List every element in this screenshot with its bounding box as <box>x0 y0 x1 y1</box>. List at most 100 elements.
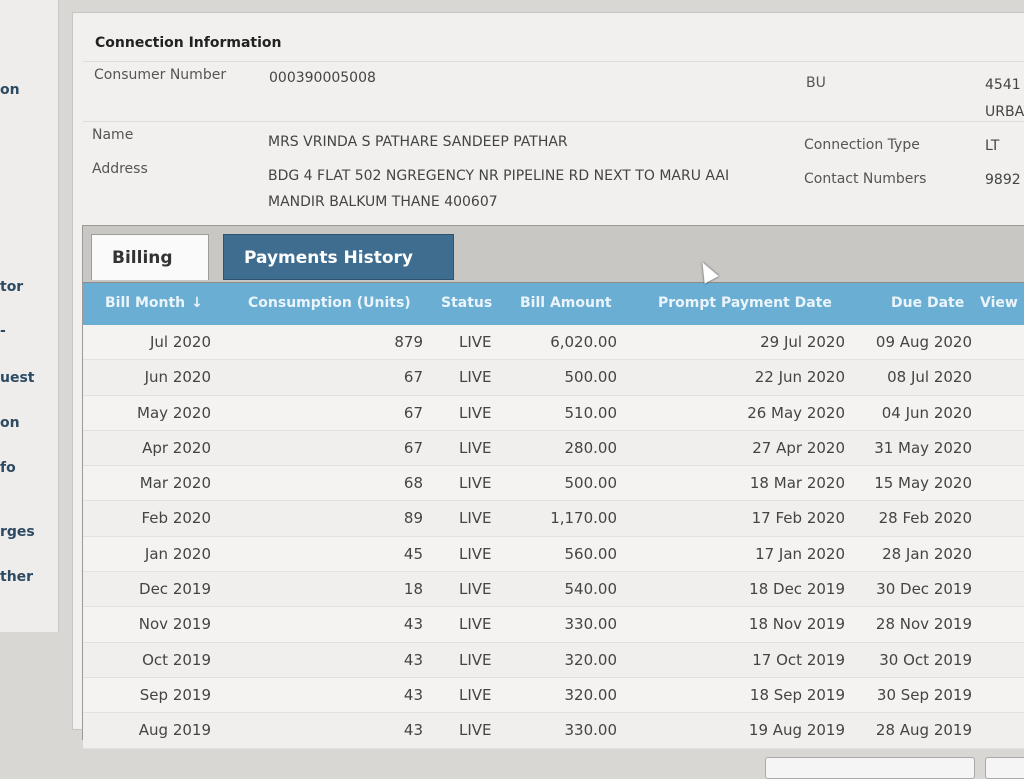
cell-bill-month: Sep 2019 <box>139 685 211 704</box>
cell-bill-amount: 510.00 <box>564 403 618 422</box>
cell-prompt-payment-date: 17 Oct 2019 <box>752 650 845 669</box>
cell-bill-amount: 500.00 <box>564 368 618 387</box>
cell-prompt-payment-date: 27 Apr 2020 <box>752 438 845 457</box>
cell-consumption: 89 <box>403 509 423 528</box>
table-row[interactable]: Jul 2020 879 LIVE 6,020.00 29 Jul 2020 09 Aug… <box>83 325 1024 361</box>
cell-status: LIVE <box>459 509 492 528</box>
table-row[interactable]: Feb 2020 89 LIVE 1,170.00 17 Feb 2020 28 Feb … <box>83 501 1024 537</box>
table-row[interactable]: Mar 2020 68 LIVE 500.00 18 Mar 2020 15 May 20… <box>83 466 1024 502</box>
divider <box>83 121 1024 122</box>
header-bill-amount[interactable]: Bill Amount <box>520 295 612 311</box>
name-value: MRS VRINDA S PATHARE SANDEEP PATHAR <box>268 134 568 150</box>
table-row[interactable]: Jan 2020 45 LIVE 560.00 17 Jan 2020 28 Jan 20… <box>83 537 1024 573</box>
cell-status: LIVE <box>459 438 492 457</box>
consumer-number-label: Consumer Number <box>94 67 227 83</box>
cell-bill-month: Jul 2020 <box>149 333 211 351</box>
cell-bill-month: Apr 2020 <box>142 438 211 457</box>
cell-status: LIVE <box>459 474 492 493</box>
header-prompt-payment-date[interactable]: Prompt Payment Date <box>658 295 832 311</box>
cell-bill-amount: 500.00 <box>564 474 618 493</box>
table-row[interactable]: May 2020 67 LIVE 510.00 26 May 2020 04 Jun 20… <box>83 396 1024 431</box>
cell-due-date: 30 Oct 2019 <box>879 650 972 669</box>
cell-bill-month: May 2020 <box>137 403 211 422</box>
cell-prompt-payment-date: 26 May 2020 <box>747 403 845 422</box>
cell-status: LIVE <box>459 721 492 740</box>
cell-bill-amount: 540.00 <box>564 580 618 599</box>
bu-value-2: URBA <box>985 104 1024 120</box>
cell-due-date: 28 Nov 2019 <box>875 615 972 634</box>
sort-down-icon: ↓ <box>191 295 203 311</box>
bottom-button-2[interactable] <box>985 757 1024 779</box>
section-title: Connection Information <box>95 35 282 51</box>
sidebar-item-3[interactable]: - <box>0 323 6 339</box>
address-line-1: BDG 4 FLAT 502 NGREGENCY NR PIPELINE RD … <box>268 168 730 184</box>
sidebar-item-2[interactable]: tor <box>0 279 23 295</box>
cell-status: LIVE <box>459 650 492 669</box>
cell-due-date: 31 May 2020 <box>874 438 972 457</box>
cell-consumption: 67 <box>403 438 423 457</box>
table-row[interactable]: Jun 2020 67 LIVE 500.00 22 Jun 2020 08 Jul 20… <box>83 360 1024 396</box>
cell-prompt-payment-date: 22 Jun 2020 <box>754 368 845 387</box>
cell-prompt-payment-date: 17 Jan 2020 <box>755 544 845 563</box>
cell-consumption: 43 <box>403 685 423 704</box>
tab-bar: Billing Payments History <box>83 226 1024 283</box>
cell-due-date: 15 May 2020 <box>874 474 972 493</box>
cell-due-date: 28 Aug 2019 <box>875 721 972 740</box>
bu-value: 4541 <box>985 77 1021 93</box>
connection-type-label: Connection Type <box>804 137 920 153</box>
cell-prompt-payment-date: 19 Aug 2019 <box>748 721 845 740</box>
cell-bill-amount: 6,020.00 <box>550 333 617 351</box>
cell-prompt-payment-date: 18 Dec 2019 <box>749 580 845 599</box>
cell-bill-amount: 320.00 <box>564 685 618 704</box>
cell-consumption: 43 <box>403 615 423 634</box>
contact-numbers-value: 9892 <box>985 172 1021 188</box>
cell-bill-amount: 280.00 <box>564 438 618 457</box>
cell-consumption: 67 <box>403 403 423 422</box>
tab-billing[interactable]: Billing <box>91 234 209 280</box>
grid-rows: Jul 2020 879 LIVE 6,020.00 29 Jul 2020 09 Aug… <box>83 325 1024 749</box>
sidebar-item-1[interactable]: on <box>0 82 20 98</box>
cell-status: LIVE <box>459 685 492 704</box>
cell-prompt-payment-date: 18 Sep 2019 <box>749 685 845 704</box>
table-row[interactable]: Oct 2019 43 LIVE 320.00 17 Oct 2019 30 Oct 20… <box>83 642 1024 678</box>
table-row[interactable]: Apr 2020 67 LIVE 280.00 27 Apr 2020 31 May 20… <box>83 430 1024 467</box>
divider <box>83 61 1024 62</box>
bottom-button-1[interactable] <box>765 757 975 779</box>
cell-prompt-payment-date: 18 Mar 2020 <box>749 474 845 493</box>
bu-label: BU <box>806 75 826 91</box>
header-due-date[interactable]: Due Date <box>891 295 964 311</box>
cell-bill-month: Dec 2019 <box>139 580 211 599</box>
name-label: Name <box>92 127 134 143</box>
header-view[interactable]: View <box>980 295 1018 311</box>
cell-bill-month: Mar 2020 <box>139 474 211 493</box>
header-consumption[interactable]: Consumption (Units) <box>248 295 411 311</box>
sidebar-item-7[interactable]: rges <box>0 524 35 540</box>
tab-payments-history[interactable]: Payments History <box>223 234 454 280</box>
table-row[interactable]: Aug 2019 43 LIVE 330.00 19 Aug 2019 28 Aug 20… <box>83 713 1024 749</box>
cell-due-date: 30 Dec 2019 <box>876 580 972 599</box>
cell-bill-amount: 560.00 <box>564 544 618 563</box>
sidebar-item-5[interactable]: on <box>0 415 20 431</box>
table-row[interactable]: Nov 2019 43 LIVE 330.00 18 Nov 2019 28 Nov 20… <box>83 607 1024 643</box>
cell-prompt-payment-date: 18 Nov 2019 <box>748 615 845 634</box>
consumer-number-value: 000390005008 <box>269 70 376 86</box>
cell-bill-amount: 330.00 <box>564 615 618 634</box>
sidebar-item-4[interactable]: uest <box>0 370 35 386</box>
cell-status: LIVE <box>459 368 492 387</box>
header-status[interactable]: Status <box>441 295 492 311</box>
header-bill-month[interactable]: Bill Month ↓ <box>105 295 203 311</box>
billing-panel: Billing Payments History Bill Month ↓ Con… <box>82 225 1024 749</box>
cell-bill-amount: 330.00 <box>564 721 618 740</box>
sidebar-item-8[interactable]: ther <box>0 569 33 585</box>
table-row[interactable]: Sep 2019 43 LIVE 320.00 18 Sep 2019 30 Sep 20… <box>83 678 1024 714</box>
cell-bill-month: Jun 2020 <box>144 368 211 387</box>
cell-due-date: 28 Jan 2020 <box>882 544 972 563</box>
cell-status: LIVE <box>459 615 492 634</box>
cell-consumption: 879 <box>394 333 423 351</box>
cell-prompt-payment-date: 29 Jul 2020 <box>760 333 845 351</box>
sidebar-item-6[interactable]: fo <box>0 460 16 476</box>
cell-status: LIVE <box>459 544 492 563</box>
table-row[interactable]: Dec 2019 18 LIVE 540.00 18 Dec 2019 30 Dec 20… <box>83 572 1024 608</box>
cell-due-date: 04 Jun 2020 <box>881 403 972 422</box>
cell-consumption: 43 <box>403 721 423 740</box>
